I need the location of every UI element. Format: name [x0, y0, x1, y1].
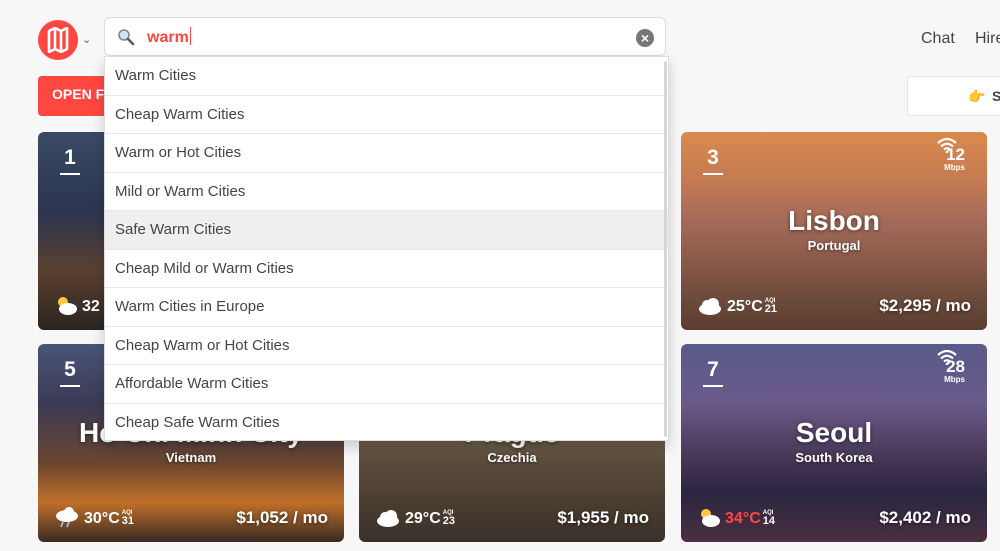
country-name: Vietnam — [165, 450, 217, 465]
text-caret — [189, 27, 191, 45]
suggestion-item[interactable]: Cheap Warm or Hot Cities — [105, 327, 668, 365]
wifi-speed: 28 — [946, 357, 965, 376]
sort-button[interactable]: 👉 S — [907, 76, 1000, 116]
city-card[interactable]: 7 28 Mbps Seoul South Korea 34°C AQI 14 $… — [681, 344, 987, 542]
suggestion-item[interactable]: Warm Cities — [105, 57, 668, 96]
aqi-value: 21 — [764, 303, 777, 315]
city-name: Seoul — [795, 417, 873, 448]
cloud-icon — [377, 510, 399, 527]
cloud-icon — [699, 298, 721, 315]
suggestion-item[interactable]: Cheap Warm Cities — [105, 96, 668, 134]
city-rank: 3 — [703, 146, 723, 175]
temperature: 30°C — [84, 510, 120, 527]
search-icon — [118, 29, 135, 46]
temperature: 34°C — [725, 510, 761, 527]
monthly-cost: $1,052 / mo — [236, 508, 328, 527]
temperature: 25°C — [727, 298, 763, 315]
clear-search-icon[interactable]: × — [636, 29, 654, 47]
sun-cloud-icon — [58, 297, 77, 315]
search-suggestions-dropdown: Warm Cities Cheap Warm Cities Warm or Ho… — [104, 56, 669, 441]
suggestion-item[interactable]: Warm Cities in Europe — [105, 288, 668, 327]
wifi-speed: 12 — [946, 145, 965, 164]
temperature: 29°C — [405, 510, 441, 527]
chevron-down-icon[interactable]: ⌄ — [82, 33, 91, 46]
search-input[interactable]: warm × — [104, 17, 666, 56]
dropdown-scrollbar[interactable] — [664, 61, 667, 437]
nomad-list-logo[interactable] — [38, 20, 78, 60]
suggestion-item[interactable]: Cheap Safe Warm Cities — [105, 404, 668, 441]
search-input-value: warm — [147, 29, 189, 46]
sun-cloud-icon — [701, 509, 720, 527]
monthly-cost: $2,295 / mo — [879, 296, 971, 315]
city-card[interactable]: 3 12 Mbps Lisbon Portugal 25°C AQI 21 $2,… — [681, 132, 987, 330]
city-rank: 1 — [60, 146, 80, 175]
country-name: Czechia — [487, 450, 537, 465]
map-logo-icon — [47, 27, 69, 53]
suggestion-item-highlighted[interactable]: Safe Warm Cities — [105, 211, 668, 250]
city-rank: 7 — [703, 358, 723, 387]
city-rank: 5 — [60, 358, 80, 387]
city-name: Lisbon — [788, 205, 880, 236]
country-name: South Korea — [795, 450, 873, 465]
pointing-hand-icon: 👉 — [968, 88, 986, 104]
suggestion-item[interactable]: Mild or Warm Cities — [105, 173, 668, 211]
suggestion-item[interactable]: Affordable Warm Cities — [105, 365, 668, 404]
suggestion-item[interactable]: Warm or Hot Cities — [105, 134, 668, 173]
temperature: 32 — [82, 298, 100, 315]
sort-button-label: S — [992, 88, 1000, 104]
nav-hire-link[interactable]: Hire — [975, 30, 1000, 48]
rain-cloud-icon — [56, 507, 78, 528]
wifi-unit: Mbps — [944, 163, 965, 172]
monthly-cost: $1,955 / mo — [557, 508, 649, 527]
aqi-value: 23 — [442, 515, 455, 527]
monthly-cost: $2,402 / mo — [879, 508, 971, 527]
aqi-value: 31 — [121, 515, 134, 527]
suggestion-item[interactable]: Cheap Mild or Warm Cities — [105, 250, 668, 288]
nav-chat-link[interactable]: Chat — [921, 30, 955, 48]
country-name: Portugal — [807, 238, 861, 253]
wifi-unit: Mbps — [944, 375, 965, 384]
aqi-value: 14 — [762, 515, 775, 527]
